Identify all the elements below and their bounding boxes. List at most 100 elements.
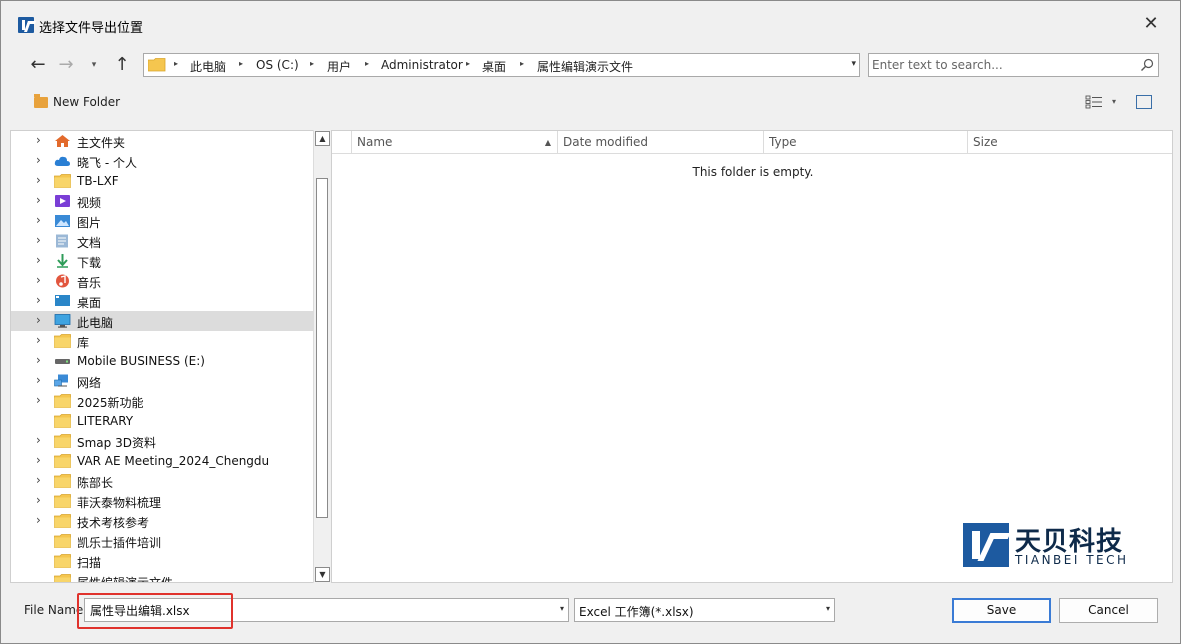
tree-item-label: 晓飞 - 个人 [77, 156, 137, 170]
tree-item[interactable]: › 音乐 [11, 271, 315, 291]
back-arrow-icon[interactable]: ← [27, 55, 49, 75]
address-dropdown-icon[interactable]: ▾ [851, 59, 856, 69]
chevron-right-icon[interactable]: › [36, 173, 41, 187]
chevron-right-icon[interactable]: › [36, 453, 41, 467]
file-name-dropdown-icon[interactable]: ▾ [560, 604, 564, 613]
new-folder-button[interactable]: New Folder [34, 93, 120, 111]
column-header-size[interactable]: Size [968, 131, 1172, 154]
chevron-right-icon[interactable]: › [36, 193, 41, 207]
chevron-right-icon[interactable]: › [36, 473, 41, 487]
recent-locations-chevron-icon[interactable]: ▾ [88, 55, 100, 75]
navigation-tree[interactable]: › 主文件夹 › 晓飞 - 个人 › TB-LXF › 视频 › 图片 › 文档 › 下载 › 音乐 › 桌面 › 此… [10, 130, 330, 583]
breadcrumb-administrator[interactable]: Administrator [381, 58, 463, 72]
tree-item[interactable]: LITERARY [11, 411, 315, 431]
tree-item[interactable]: › 此电脑 [11, 311, 315, 331]
scroll-up-icon[interactable]: ▲ [315, 131, 330, 146]
chevron-right-icon[interactable]: › [36, 233, 41, 247]
save-button[interactable]: Save [952, 598, 1051, 623]
download-icon [54, 254, 71, 268]
search-icon[interactable] [1140, 58, 1154, 72]
tree-item[interactable]: 凯乐士插件培训 [11, 531, 315, 551]
tree-item[interactable]: 扫描 [11, 551, 315, 571]
tree-item[interactable]: › 视频 [11, 191, 315, 211]
chevron-right-icon[interactable]: › [36, 133, 41, 147]
view-details-icon[interactable] [1085, 95, 1103, 109]
tree-item[interactable]: › 晓飞 - 个人 [11, 151, 315, 171]
chevron-right-icon[interactable]: › [36, 273, 41, 287]
tree-item-label: 技术考核参考 [77, 516, 150, 530]
tree-item[interactable]: › VAR AE Meeting_2024_Chengdu [11, 451, 315, 471]
tree-item-label: LITERARY [77, 414, 134, 428]
tree-item-label: 属性编辑演示文件 [77, 576, 174, 583]
chevron-right-icon[interactable]: › [36, 253, 41, 267]
music-icon [54, 274, 71, 288]
search-input[interactable] [872, 57, 1134, 73]
chevron-right-icon[interactable]: › [36, 213, 41, 227]
breadcrumb-separator-icon: ▸ [365, 59, 370, 68]
tree-item[interactable]: › TB-LXF [11, 171, 315, 191]
tree-item[interactable]: › 文档 [11, 231, 315, 251]
tree-item-label: 音乐 [77, 276, 102, 290]
tree-item[interactable]: › 菲沃泰物料梳理 [11, 491, 315, 511]
chevron-right-icon[interactable]: › [36, 493, 41, 507]
breadcrumb-current-folder[interactable]: 属性编辑演示文件 [537, 58, 633, 75]
folder-icon [54, 414, 71, 428]
folder-icon [54, 474, 71, 488]
tree-item[interactable]: › 库 [11, 331, 315, 351]
tree-item[interactable]: › 网络 [11, 371, 315, 391]
tree-item[interactable]: › 2025新功能 [11, 391, 315, 411]
file-name-input[interactable] [90, 602, 550, 618]
chevron-right-icon[interactable]: › [36, 333, 41, 347]
tree-item-label: 下载 [77, 256, 102, 270]
tree-item-label: Smap 3D资料 [77, 436, 156, 450]
drive-icon [54, 354, 71, 368]
file-name-combo[interactable]: ▾ [84, 598, 569, 622]
file-type-dropdown-icon[interactable]: ▾ [826, 604, 830, 613]
address-bar[interactable]: ▸ 此电脑 ▸ OS (C:) ▸ 用户 ▸ Administrator ▸ 桌… [143, 53, 860, 77]
title-bar: 选择文件导出位置 ✕ [1, 1, 1180, 36]
tree-scrollbar[interactable]: ▲ ▼ [313, 130, 330, 583]
tree-item[interactable]: › 技术考核参考 [11, 511, 315, 531]
forward-arrow-icon[interactable]: → [55, 55, 77, 75]
chevron-right-icon[interactable]: › [36, 393, 41, 407]
file-type-select[interactable]: Excel 工作簿(*.xlsx) ▾ [574, 598, 835, 622]
scroll-thumb[interactable] [316, 178, 328, 518]
tree-item[interactable]: › Smap 3D资料 [11, 431, 315, 451]
tree-item[interactable]: 属性编辑演示文件 [11, 571, 315, 583]
close-icon[interactable]: ✕ [1141, 15, 1161, 35]
home-icon [54, 134, 71, 148]
column-header-date-modified[interactable]: Date modified [558, 131, 764, 154]
chevron-right-icon[interactable]: › [36, 353, 41, 367]
file-list[interactable]: Name ▲ Date modified Type Size This fold… [331, 130, 1173, 583]
folder-icon [54, 454, 71, 468]
view-options-chevron-icon[interactable]: ▾ [1112, 97, 1116, 106]
chevron-right-icon[interactable]: › [36, 293, 41, 307]
search-box[interactable] [868, 53, 1159, 77]
column-header-type[interactable]: Type [764, 131, 968, 154]
tree-item[interactable]: › 桌面 [11, 291, 315, 311]
breadcrumb-desktop[interactable]: 桌面 [482, 58, 506, 75]
chevron-right-icon[interactable]: › [36, 313, 41, 327]
chevron-right-icon[interactable]: › [36, 153, 41, 167]
up-arrow-icon[interactable]: ↑ [111, 55, 133, 75]
column-header-name[interactable]: Name ▲ [352, 131, 558, 154]
tree-item[interactable]: › Mobile BUSINESS (E:) [11, 351, 315, 371]
tree-item[interactable]: › 主文件夹 [11, 131, 315, 151]
chevron-right-icon[interactable]: › [36, 513, 41, 527]
cancel-button[interactable]: Cancel [1059, 598, 1158, 623]
breadcrumb-this-pc[interactable]: 此电脑 [190, 58, 226, 75]
breadcrumb-users[interactable]: 用户 [327, 58, 351, 75]
tree-item[interactable]: › 图片 [11, 211, 315, 231]
sort-ascending-icon: ▲ [544, 138, 551, 147]
preview-pane-icon[interactable] [1136, 95, 1152, 109]
tree-item[interactable]: › 陈部长 [11, 471, 315, 491]
breadcrumb-os-c[interactable]: OS (C:) [256, 58, 299, 72]
tree-item[interactable]: › 下载 [11, 251, 315, 271]
chevron-right-icon[interactable]: › [36, 373, 41, 387]
video-icon [54, 194, 71, 208]
column-spacer [332, 131, 352, 154]
chevron-right-icon[interactable]: › [36, 433, 41, 447]
breadcrumb-separator-icon: ▸ [520, 59, 525, 68]
new-folder-icon [34, 93, 48, 108]
scroll-down-icon[interactable]: ▼ [315, 567, 330, 582]
